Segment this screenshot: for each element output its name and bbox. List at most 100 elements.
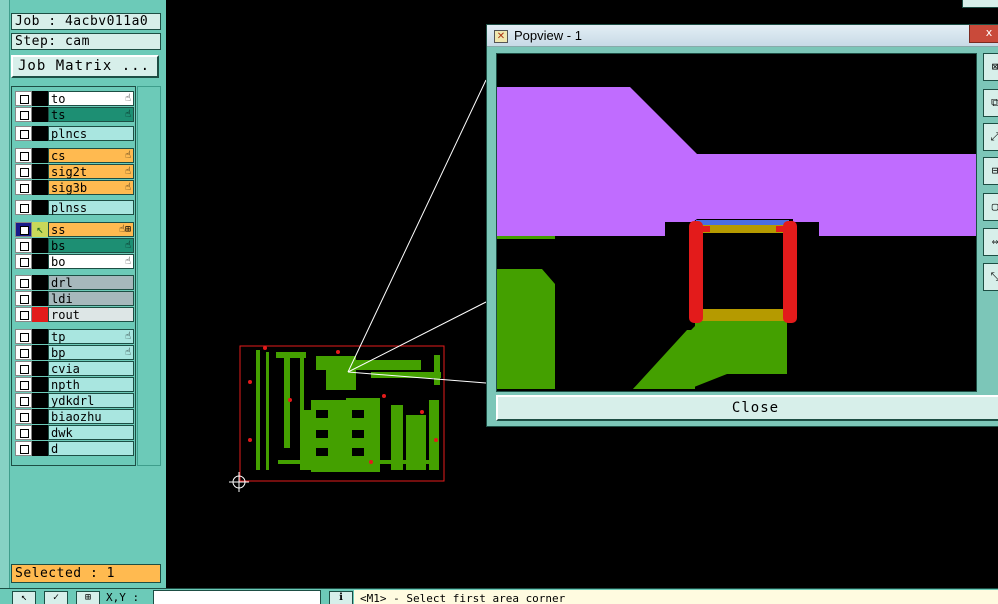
- layer-color-swatch[interactable]: [32, 393, 48, 408]
- layer-checkbox[interactable]: [15, 425, 32, 440]
- zoom-out-icon[interactable]: ⊟: [983, 157, 998, 185]
- layer-color-swatch[interactable]: [32, 164, 48, 179]
- layer-name[interactable]: ldi: [48, 291, 134, 306]
- layer-checkbox[interactable]: [15, 164, 32, 179]
- expand-icon[interactable]: ⤡: [983, 263, 998, 291]
- layer-checkbox[interactable]: [15, 254, 32, 269]
- layer-row-biaozhu[interactable]: biaozhu: [15, 409, 134, 424]
- layer-checkbox[interactable]: [15, 148, 32, 163]
- zoom-home-icon[interactable]: ⊠: [983, 53, 998, 81]
- arrow-tool-icon[interactable]: ↖: [12, 591, 36, 604]
- layer-row-bo[interactable]: bo ☝: [15, 254, 134, 269]
- layer-checkbox[interactable]: [15, 107, 32, 122]
- layer-color-swatch[interactable]: [32, 107, 48, 122]
- layer-name[interactable]: bs ☝: [48, 238, 134, 253]
- layer-row-sig3b[interactable]: sig3b ☝: [15, 180, 134, 195]
- layer-row-to[interactable]: to ☝: [15, 91, 134, 106]
- layer-color-swatch[interactable]: [32, 377, 48, 392]
- window-close-button[interactable]: x: [969, 25, 998, 43]
- layer-checkbox[interactable]: [15, 307, 32, 322]
- fit-icon[interactable]: ⇔: [983, 228, 998, 256]
- layer-color-swatch[interactable]: [32, 91, 48, 106]
- layer-row-plnss[interactable]: plnss: [15, 200, 134, 215]
- layer-name[interactable]: npth: [48, 377, 134, 392]
- layer-color-swatch[interactable]: [32, 345, 48, 360]
- layer-color-swatch[interactable]: [32, 200, 48, 215]
- layer-name[interactable]: ydkdrl: [48, 393, 134, 408]
- frame-icon[interactable]: ▢: [983, 193, 998, 221]
- layer-name[interactable]: d: [48, 441, 134, 456]
- layer-name[interactable]: ts ☝: [48, 107, 134, 122]
- layer-row-cvia[interactable]: cvia: [15, 361, 134, 376]
- layer-name[interactable]: cvia: [48, 361, 134, 376]
- layer-name[interactable]: drl: [48, 275, 134, 290]
- layer-row-tp[interactable]: tp ☝: [15, 329, 134, 344]
- layer-row-d[interactable]: d: [15, 441, 134, 456]
- layer-name[interactable]: tp ☝: [48, 329, 134, 344]
- layer-color-swatch[interactable]: [32, 275, 48, 290]
- layer-row-ydkdrl[interactable]: ydkdrl: [15, 393, 134, 408]
- layer-color-swatch[interactable]: [32, 180, 48, 195]
- layer-row-drl[interactable]: drl: [15, 275, 134, 290]
- layer-color-swatch[interactable]: [32, 238, 48, 253]
- layer-name[interactable]: bp ☝: [48, 345, 134, 360]
- job-matrix-button[interactable]: Job Matrix ...: [11, 55, 159, 78]
- info-icon[interactable]: ℹ: [329, 591, 353, 604]
- layer-list-scrollbar[interactable]: [137, 86, 161, 466]
- popview-zoom-view[interactable]: [496, 53, 977, 392]
- layer-checkbox[interactable]: [15, 329, 32, 344]
- layer-name[interactable]: ss ☝⊞: [48, 222, 134, 237]
- layer-row-bp[interactable]: bp ☝: [15, 345, 134, 360]
- layer-checkbox[interactable]: [15, 200, 32, 215]
- layer-checkbox[interactable]: [15, 377, 32, 392]
- check-tool-icon[interactable]: ✓: [44, 591, 68, 604]
- layer-checkbox[interactable]: [15, 441, 32, 456]
- layer-color-swatch[interactable]: [32, 361, 48, 376]
- layer-checkbox[interactable]: [15, 222, 32, 237]
- layer-row-dwk[interactable]: dwk: [15, 425, 134, 440]
- layer-color-swatch[interactable]: [32, 291, 48, 306]
- layer-row-ldi[interactable]: ldi: [15, 291, 134, 306]
- layer-checkbox[interactable]: [15, 409, 32, 424]
- layer-name[interactable]: plnss: [48, 200, 134, 215]
- layer-color-swatch[interactable]: [32, 148, 48, 163]
- layer-name[interactable]: cs ☝: [48, 148, 134, 163]
- close-button[interactable]: Close: [496, 395, 998, 421]
- layer-row-rout[interactable]: rout: [15, 307, 134, 322]
- layer-checkbox[interactable]: [15, 345, 32, 360]
- layer-checkbox[interactable]: [15, 180, 32, 195]
- layer-name[interactable]: to ☝: [48, 91, 134, 106]
- layer-color-swatch[interactable]: [32, 441, 48, 456]
- layer-name[interactable]: sig2t ☝: [48, 164, 134, 179]
- layer-row-ss[interactable]: ↖ ss ☝⊞: [15, 222, 134, 237]
- layer-checkbox[interactable]: [15, 393, 32, 408]
- layer-name[interactable]: biaozhu: [48, 409, 134, 424]
- layer-name[interactable]: dwk: [48, 425, 134, 440]
- layer-name[interactable]: bo ☝: [48, 254, 134, 269]
- layer-color-swatch[interactable]: [32, 254, 48, 269]
- layer-checkbox[interactable]: [15, 126, 32, 141]
- layer-row-cs[interactable]: cs ☝: [15, 148, 134, 163]
- layer-row-bs[interactable]: bs ☝: [15, 238, 134, 253]
- layer-checkbox[interactable]: [15, 361, 32, 376]
- snap-tool-icon[interactable]: ⊞: [76, 591, 100, 604]
- layer-color-swatch[interactable]: [32, 329, 48, 344]
- layer-checkbox[interactable]: [15, 275, 32, 290]
- layer-checkbox[interactable]: [15, 91, 32, 106]
- layer-name[interactable]: plncs: [48, 126, 134, 141]
- layer-checkbox[interactable]: [15, 238, 32, 253]
- copy-view-icon[interactable]: ⧉: [983, 89, 998, 117]
- layer-name[interactable]: rout: [48, 307, 134, 322]
- pan-view-icon[interactable]: ⤢: [983, 123, 998, 151]
- layer-color-swatch[interactable]: [32, 307, 48, 322]
- layer-row-plncs[interactable]: plncs: [15, 126, 134, 141]
- layer-color-swatch[interactable]: [32, 126, 48, 141]
- layer-row-ts[interactable]: ts ☝: [15, 107, 134, 122]
- layer-row-sig2t[interactable]: sig2t ☝: [15, 164, 134, 179]
- coordinate-input[interactable]: [153, 590, 321, 604]
- layer-checkbox[interactable]: [15, 291, 32, 306]
- layer-color-swatch[interactable]: [32, 425, 48, 440]
- work-layer-arrow-icon[interactable]: ↖: [32, 222, 48, 237]
- layer-name[interactable]: sig3b ☝: [48, 180, 134, 195]
- layer-color-swatch[interactable]: [32, 409, 48, 424]
